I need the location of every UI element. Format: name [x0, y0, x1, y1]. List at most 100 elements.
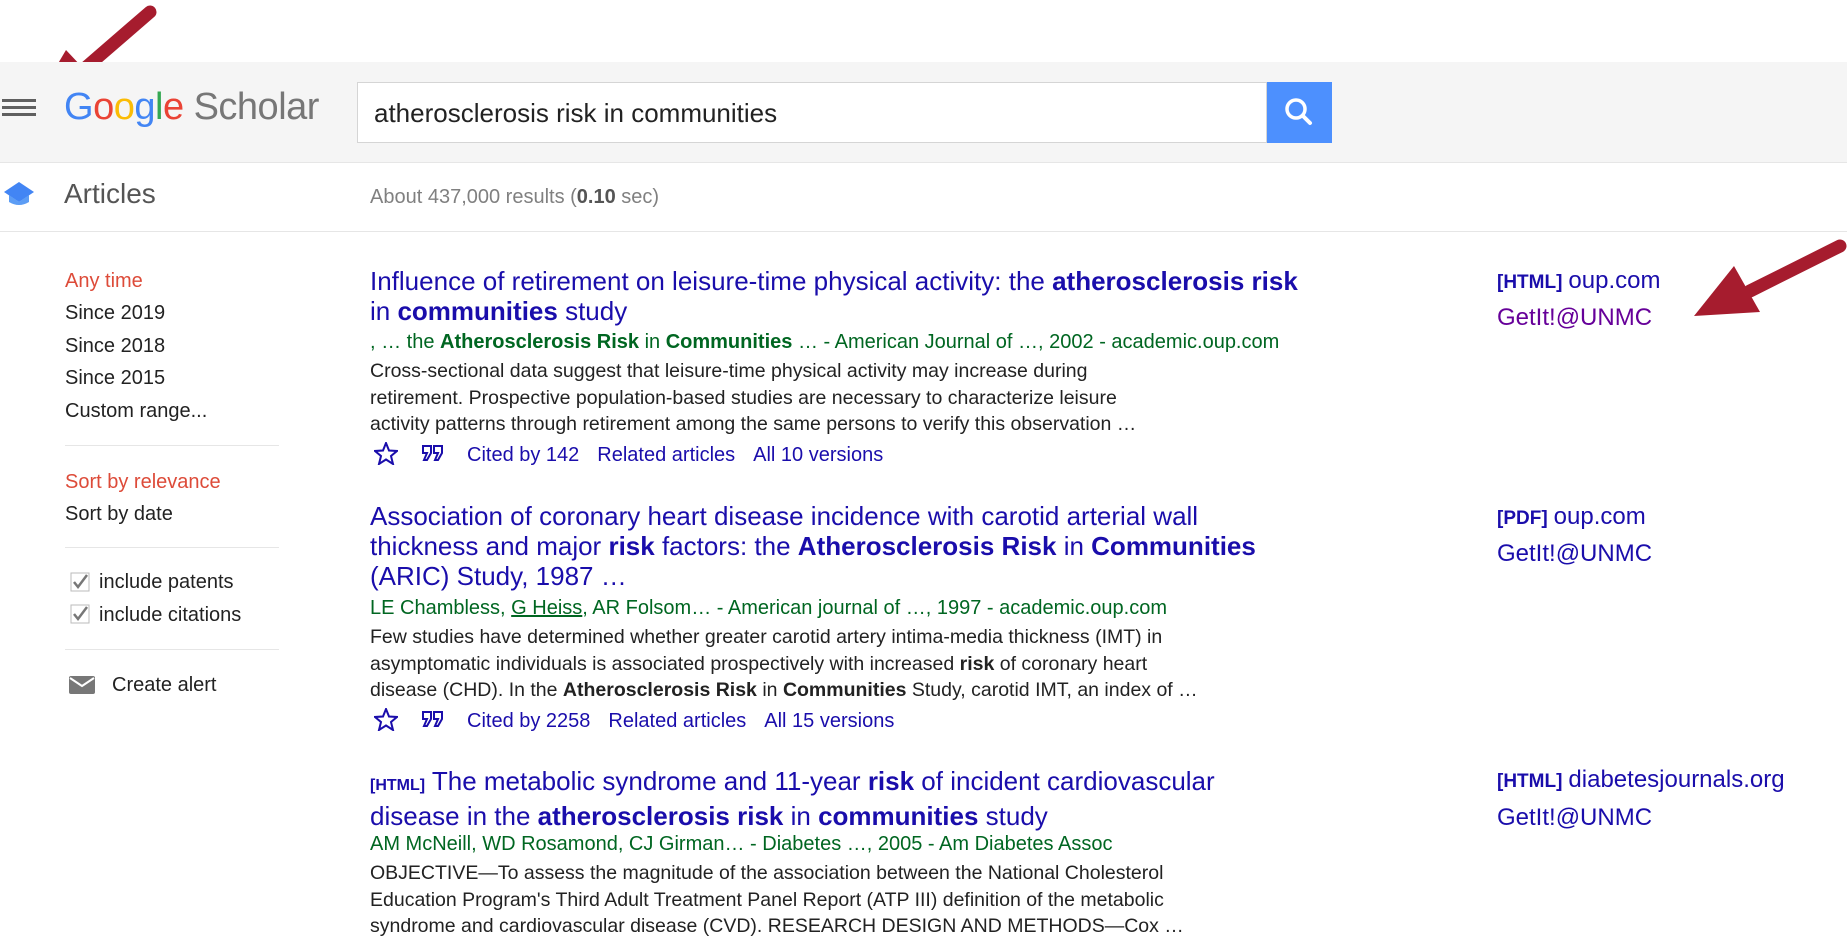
filter-custom-range[interactable]: Custom range...	[65, 400, 207, 423]
getit-unmc-link[interactable]: GetIt!@UNMC	[1497, 304, 1652, 332]
results-prefix: About 437,000 results (	[370, 186, 577, 208]
getit-unmc-link[interactable]: GetIt!@UNMC	[1497, 804, 1652, 832]
title-bold: communities	[818, 801, 979, 831]
sidebar-divider	[65, 547, 279, 548]
title-text: factors: the	[654, 531, 798, 561]
title-text: of incident cardiovascular	[914, 766, 1215, 796]
snippet-text: asymptomatic individuals is associated p…	[370, 652, 960, 675]
snippet-line: Education Program's Third Adult Treatmen…	[370, 888, 1164, 911]
side-domain: oup.com	[1568, 267, 1661, 294]
cite-quote-icon[interactable]	[421, 444, 445, 462]
logo-letter: o	[113, 86, 135, 128]
create-alert-link[interactable]: Create alert	[112, 674, 217, 697]
sort-by-relevance[interactable]: Sort by relevance	[65, 471, 221, 494]
envelope-icon	[69, 676, 95, 694]
snippet-line: retirement. Prospective population-based…	[370, 386, 1117, 409]
cite-quote-icon[interactable]	[421, 710, 445, 728]
title-text: in	[370, 296, 398, 326]
sidebar-divider	[65, 445, 279, 446]
title-text: (ARIC) Study, 1987 …	[370, 561, 627, 591]
filter-since-2018[interactable]: Since 2018	[65, 335, 165, 358]
snippet-text: disease (CHD). In the	[370, 679, 563, 701]
result-snippet: OBJECTIVE—To assess the magnitude of the…	[370, 860, 1270, 940]
snippet-line: OBJECTIVE—To assess the magnitude of the…	[370, 862, 1164, 884]
result-meta: LE Chambless, G Heiss, AR Folsom… - Amer…	[370, 597, 1167, 620]
logo-letter: G	[64, 86, 94, 128]
hamburger-menu-icon[interactable]	[2, 97, 38, 123]
results-suffix: sec)	[615, 186, 660, 208]
title-text: The metabolic syndrome and 11-year	[425, 766, 868, 796]
cited-by-link[interactable]: Cited by 142	[467, 444, 579, 466]
include-patents-label[interactable]: include patents	[99, 571, 234, 594]
title-text: in	[783, 801, 819, 831]
getit-unmc-link[interactable]: GetIt!@UNMC	[1497, 540, 1652, 568]
include-citations-label[interactable]: include citations	[99, 604, 241, 627]
checkbox-include-patents[interactable]	[70, 572, 90, 592]
related-articles-link[interactable]: Related articles	[597, 444, 735, 466]
title-text: Association of coronary heart disease in…	[370, 501, 1199, 531]
format-tag: [HTML]	[1497, 272, 1563, 293]
results-count: About 437,000 results (0.10 sec)	[370, 186, 659, 209]
mortarboard-icon	[4, 182, 34, 205]
result-title[interactable]: Influence of retirement on leisure-time …	[370, 266, 1370, 326]
meta-text: LE Chambless,	[370, 597, 512, 619]
title-bold: risk	[608, 531, 655, 561]
meta-bold: Communities	[665, 331, 793, 353]
logo-letter: l	[154, 86, 163, 128]
cited-by-link[interactable]: Cited by 2258	[467, 710, 590, 732]
logo-letter: e	[162, 86, 184, 128]
snippet-bold: Communities	[782, 679, 907, 701]
result-links: Cited by 2258 Related articles All 15 vers…	[467, 710, 912, 733]
filter-any-time[interactable]: Any time	[65, 270, 143, 293]
snippet-bold: Atherosclerosis Risk	[562, 679, 757, 701]
filter-since-2015[interactable]: Since 2015	[65, 367, 165, 390]
title-bold: Communities	[1091, 531, 1256, 561]
all-versions-link[interactable]: All 15 versions	[764, 710, 894, 732]
search-input[interactable]	[372, 83, 1256, 144]
side-domain: oup.com	[1553, 503, 1646, 530]
filter-since-2019[interactable]: Since 2019	[65, 302, 165, 325]
snippet-line: activity patterns through retirement amo…	[370, 413, 1137, 435]
logo-letter: g	[134, 86, 155, 128]
snippet-text: in	[756, 679, 783, 701]
related-articles-link[interactable]: Related articles	[608, 710, 746, 732]
sub-header	[0, 163, 1847, 232]
title-bold: risk	[867, 766, 915, 796]
title-bold: communities	[397, 296, 558, 326]
result-meta: AM McNeill, WD Rosamond, CJ Girman… - Di…	[370, 833, 1113, 855]
star-icon[interactable]	[374, 708, 398, 731]
google-scholar-logo[interactable]: Google Scholar	[64, 86, 319, 129]
title-bold: Atherosclerosis Risk	[797, 531, 1057, 561]
side-fulltext-link[interactable]: [HTML] oup.com	[1497, 267, 1660, 295]
search-icon	[1285, 98, 1312, 125]
meta-bold: Atherosclerosis Risk	[440, 331, 640, 353]
result-title[interactable]: [HTML] The metabolic syndrome and 11-yea…	[370, 766, 1370, 831]
snippet-line: Few studies have determined whether grea…	[370, 626, 1163, 648]
side-fulltext-link[interactable]: [PDF] oup.com	[1497, 503, 1646, 531]
section-title: Articles	[64, 178, 156, 209]
result-snippet: Few studies have determined whether grea…	[370, 624, 1270, 704]
all-versions-link[interactable]: All 10 versions	[753, 444, 883, 466]
snippet-line: Cross-sectional data suggest that leisur…	[370, 360, 1088, 382]
meta-text: … - American Journal of …, 2002 - academ…	[792, 331, 1280, 353]
side-fulltext-link[interactable]: [HTML] diabetesjournals.org	[1497, 766, 1785, 794]
annotation-arrow-right	[1694, 239, 1847, 316]
result-meta: , … the Atherosclerosis Risk in Communit…	[370, 331, 1279, 354]
format-tag: [HTML]	[370, 777, 426, 794]
author-link[interactable]: G Heiss	[511, 597, 582, 619]
snippet-line: syndrome and cardiovascular disease (CVD…	[370, 915, 1184, 937]
title-text: disease in the	[370, 801, 538, 831]
result-title[interactable]: Association of coronary heart disease in…	[370, 501, 1370, 591]
results-time: 0.10	[576, 186, 616, 208]
format-tag: [PDF]	[1497, 508, 1548, 529]
side-domain: diabetesjournals.org	[1568, 766, 1785, 793]
title-text: thickness and major	[370, 531, 609, 561]
meta-text: in	[639, 331, 666, 353]
result-snippet: Cross-sectional data suggest that leisur…	[370, 358, 1270, 438]
star-icon[interactable]	[374, 442, 398, 465]
sort-by-date[interactable]: Sort by date	[65, 503, 173, 526]
result-links: Cited by 142 Related articles All 10 versi…	[467, 444, 901, 467]
search-button[interactable]	[1267, 82, 1332, 143]
snippet-text: Study, carotid IMT, an index of …	[906, 679, 1198, 701]
checkbox-include-citations[interactable]	[70, 604, 90, 624]
